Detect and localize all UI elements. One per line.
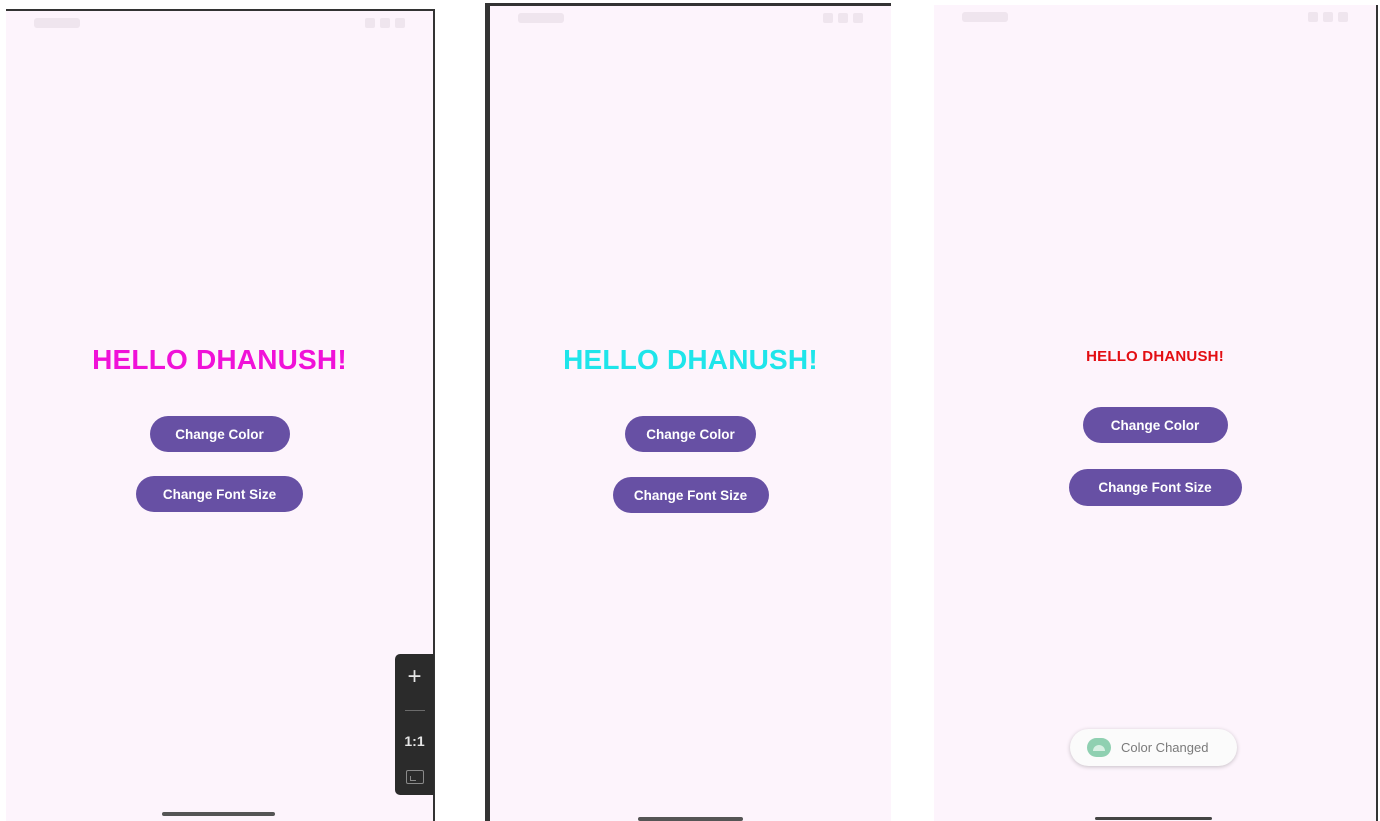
status-time [34,18,80,28]
wifi-icon [823,13,833,23]
signal-icon [1323,12,1333,22]
wifi-icon [365,18,375,28]
plus-icon[interactable]: + [407,664,421,689]
battery-icon [395,18,405,28]
battery-icon [853,13,863,23]
content-column: HELLO DHANUSH! Change Color Change Font … [934,346,1376,506]
status-icons [823,13,863,23]
status-bar [934,5,1376,29]
minus-icon[interactable] [404,710,425,712]
greeting-text: HELLO DHANUSH! [92,344,347,375]
home-indicator[interactable] [162,812,275,816]
zoom-ratio-button[interactable]: 1:1 [404,733,424,749]
status-time [518,13,564,23]
status-icons [1308,12,1348,22]
greeting-text: HELLO DHANUSH! [563,344,818,375]
status-bar [6,11,433,35]
emulator-zoom-toolbar: + 1:1 [395,654,434,795]
change-font-size-button[interactable]: Change Font Size [136,476,303,512]
change-color-button[interactable]: Change Color [625,416,756,452]
toast-text: Color Changed [1121,740,1209,755]
change-color-button[interactable]: Change Color [1082,407,1228,443]
change-font-size-button[interactable]: Change Font Size [612,477,769,513]
phone-screen-3: HELLO DHANUSH! Change Color Change Font … [934,5,1378,821]
status-bar [490,6,891,30]
screenshot-canvas: HELLO DHANUSH! Change Color Change Font … [0,0,1380,821]
change-font-size-button[interactable]: Change Font Size [1068,469,1242,506]
status-time [962,12,1008,22]
android-icon [1087,738,1111,757]
signal-icon [380,18,390,28]
wifi-icon [1308,12,1318,22]
phone-screen-2: HELLO DHANUSH! Change Color Change Font … [485,3,891,821]
content-column: HELLO DHANUSH! Change Color Change Font … [490,341,891,513]
fit-screen-icon[interactable] [405,770,424,785]
change-color-button[interactable]: Change Color [149,416,290,452]
status-icons [365,18,405,28]
battery-icon [1338,12,1348,22]
toast-message: Color Changed [1070,729,1237,766]
home-indicator[interactable] [638,817,743,821]
content-column: HELLO DHANUSH! Change Color Change Font … [6,341,433,512]
greeting-text: HELLO DHANUSH! [1086,348,1224,365]
signal-icon [838,13,848,23]
phone-screen-1: HELLO DHANUSH! Change Color Change Font … [6,9,435,821]
home-indicator[interactable] [1095,817,1212,820]
